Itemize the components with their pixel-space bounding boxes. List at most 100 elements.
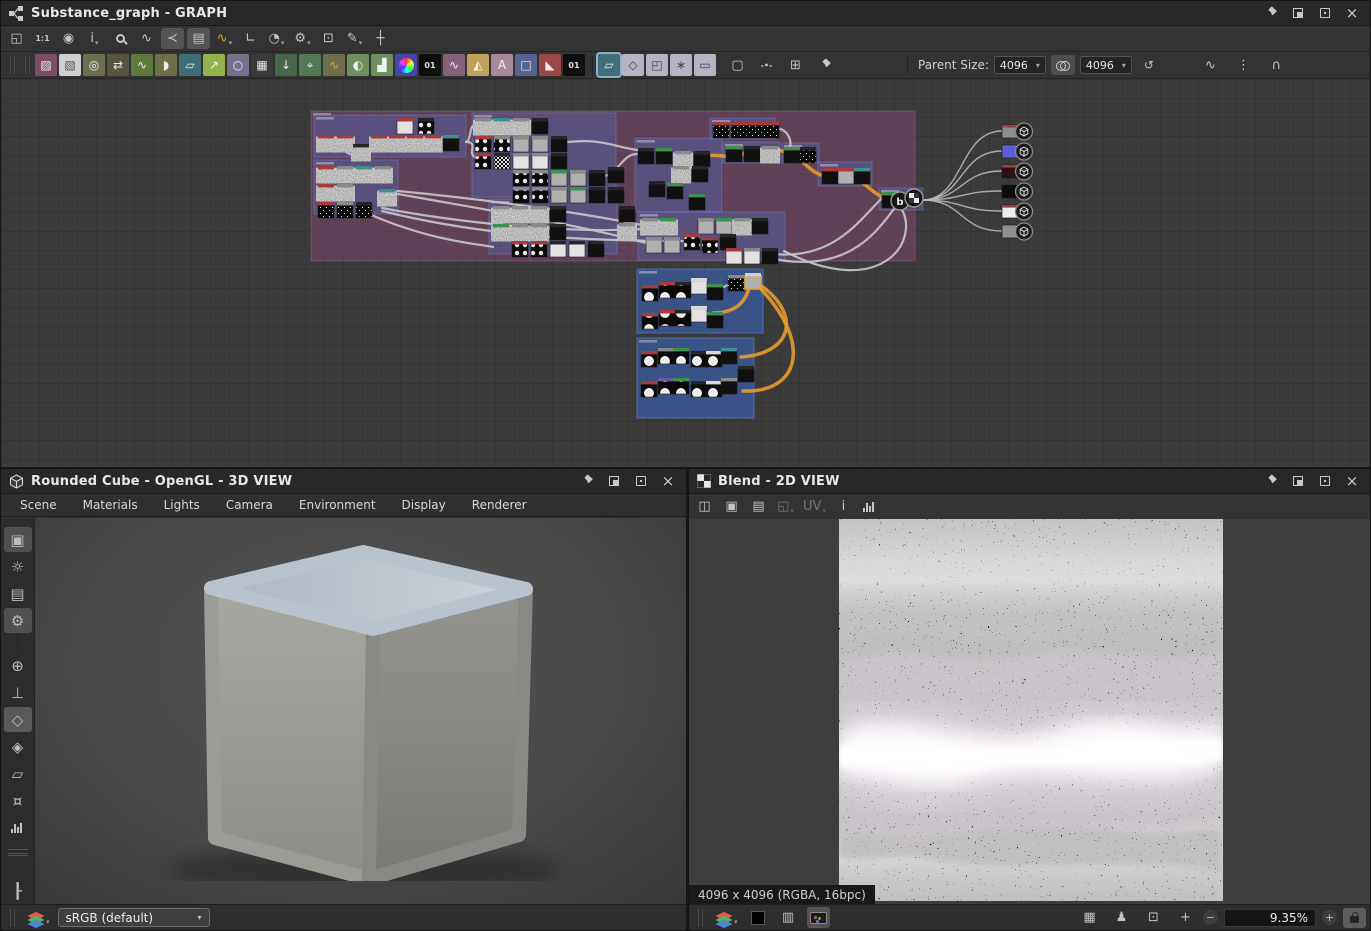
- info-display-icon[interactable]: i▾: [83, 28, 106, 49]
- switch-node-icon[interactable]: 01: [563, 54, 585, 76]
- wireframe-icon[interactable]: ⊕: [4, 653, 32, 678]
- search-icon[interactable]: [109, 28, 132, 49]
- transform-active-icon[interactable]: ▱: [598, 54, 620, 76]
- gradient-pin-icon[interactable]: ⌖: [299, 54, 321, 76]
- comment-icon[interactable]: ▢: [726, 55, 749, 76]
- dynamic-value-icon[interactable]: ▭: [694, 54, 716, 76]
- maximize-button[interactable]: [1315, 4, 1335, 22]
- fit-view-icon[interactable]: ⊡: [1142, 907, 1165, 928]
- channels-icon[interactable]: ▥: [777, 907, 800, 928]
- parent-width-dropdown[interactable]: 4096▾: [994, 56, 1046, 74]
- maximize-button[interactable]: [631, 472, 651, 490]
- display-settings-icon[interactable]: ⚙: [4, 608, 32, 633]
- copy-image-icon[interactable]: ◫: [693, 496, 716, 517]
- align-vertical-icon[interactable]: ⋮: [1232, 55, 1255, 76]
- 2d-canvas[interactable]: 4096 x 4096 (RGBA, 16bpc): [689, 519, 1370, 904]
- bottombar-grip[interactable]: [698, 909, 703, 927]
- snap-grid-icon[interactable]: ┼: [369, 28, 392, 49]
- tiling-icon[interactable]: ▦: [1078, 907, 1101, 928]
- 3d-viewport[interactable]: [35, 518, 686, 904]
- menu-camera[interactable]: Camera: [213, 494, 286, 516]
- colorspace-layers-button[interactable]: ▾: [26, 907, 52, 928]
- menu-renderer[interactable]: Renderer: [459, 494, 540, 516]
- gradient-map-icon[interactable]: ◗: [155, 54, 177, 76]
- float-window-button[interactable]: [1288, 472, 1308, 490]
- histogram-scan-icon[interactable]: ▟: [371, 54, 393, 76]
- zoom-out-button[interactable]: −: [1203, 910, 1218, 925]
- cube-vertices-icon[interactable]: ◈: [4, 734, 32, 759]
- flood-fill-icon[interactable]: ◣: [539, 54, 561, 76]
- stack-view-icon[interactable]: ▤: [187, 28, 210, 49]
- zoom-level-input[interactable]: [1224, 909, 1316, 927]
- axes-gizmo-icon[interactable]: ⊥: [4, 680, 32, 705]
- maximize-button[interactable]: [1315, 472, 1335, 490]
- compute-timing-icon[interactable]: ◔▾: [265, 28, 288, 49]
- blend-node-icon[interactable]: ◎: [83, 54, 105, 76]
- menu-environment[interactable]: Environment: [286, 494, 389, 516]
- pin-button[interactable]: [577, 472, 597, 490]
- background-color-swatch[interactable]: [747, 907, 770, 928]
- toolbar-grip[interactable]: [10, 56, 15, 74]
- chain-node-icon[interactable]: ∿: [323, 54, 345, 76]
- display-filter-icon[interactable]: [807, 907, 830, 928]
- channel-shuffle-icon[interactable]: ⇄: [107, 54, 129, 76]
- environment-image-icon[interactable]: ▤: [4, 581, 32, 606]
- menu-scene[interactable]: Scene: [7, 494, 70, 516]
- transform-view-icon[interactable]: ◱▾: [774, 496, 797, 517]
- bitmap-node-icon[interactable]: ▨: [35, 54, 57, 76]
- close-button[interactable]: ×: [1342, 4, 1362, 22]
- camera-icon[interactable]: ▣: [4, 527, 32, 552]
- uv-overlay-dropdown[interactable]: UV▾: [801, 496, 828, 517]
- fx-map-icon[interactable]: ∗: [670, 54, 692, 76]
- uniform-color-icon[interactable]: 01: [419, 54, 441, 76]
- dot-node-icon[interactable]: -•-: [755, 55, 778, 76]
- zoom-in-button[interactable]: +: [1322, 910, 1337, 925]
- zoom-lock-button[interactable]: [1343, 908, 1366, 928]
- value-processor-icon[interactable]: ◰: [646, 54, 668, 76]
- snap-magnet-icon[interactable]: ∩: [1265, 55, 1288, 76]
- reset-size-button[interactable]: ↺: [1137, 55, 1161, 75]
- connect-nodes-icon[interactable]: ∿: [1199, 55, 1222, 76]
- paste-image-icon[interactable]: ▤: [747, 496, 770, 517]
- frame-icon[interactable]: ⊞: [784, 55, 807, 76]
- pin-button[interactable]: [1261, 4, 1281, 22]
- menu-lights[interactable]: Lights: [151, 494, 213, 516]
- zoom-actual-icon[interactable]: 1:1: [31, 28, 54, 49]
- mirror-node-icon[interactable]: ◭: [467, 54, 489, 76]
- toolbar-grip[interactable]: [25, 56, 30, 74]
- crop-node-icon[interactable]: □: [515, 54, 537, 76]
- scene-tree-icon[interactable]: ┠: [4, 878, 32, 903]
- straighten-icon[interactable]: ↗: [203, 54, 225, 76]
- shape-node-icon[interactable]: ○: [227, 54, 249, 76]
- fit-view-icon[interactable]: ◱: [5, 28, 28, 49]
- menu-display[interactable]: Display: [389, 494, 459, 516]
- float-window-button[interactable]: [604, 472, 624, 490]
- cube-mesh-icon[interactable]: ◇: [4, 707, 32, 732]
- link-size-button[interactable]: [1051, 55, 1075, 75]
- parent-height-dropdown[interactable]: 4096▾: [1080, 56, 1132, 74]
- close-button[interactable]: ×: [1342, 472, 1362, 490]
- float-window-button[interactable]: [1288, 4, 1308, 22]
- hsl-node-icon[interactable]: [395, 54, 417, 76]
- close-button[interactable]: ×: [658, 472, 678, 490]
- spline-node-icon[interactable]: ∿: [443, 54, 465, 76]
- menu-materials[interactable]: Materials: [70, 494, 151, 516]
- colorspace-layers-icon[interactable]: ▾: [714, 907, 740, 928]
- histogram-icon[interactable]: [859, 496, 882, 517]
- elbow-connection-icon[interactable]: ∟: [239, 28, 262, 49]
- pin-button[interactable]: [1261, 472, 1281, 490]
- grayscale-conversion-icon[interactable]: ◐: [347, 54, 369, 76]
- light-icon[interactable]: ☼: [4, 554, 32, 579]
- turntable-icon[interactable]: ¤: [4, 788, 32, 813]
- tools-icon[interactable]: ⚙▾: [291, 28, 314, 49]
- transform-node-icon[interactable]: ▱: [179, 54, 201, 76]
- link-ends-icon[interactable]: ∿: [135, 28, 158, 49]
- stats-icon[interactable]: [4, 815, 32, 840]
- svg-node-icon[interactable]: ▧: [59, 54, 81, 76]
- pixel-processor-icon[interactable]: ◇: [622, 54, 644, 76]
- save-image-icon[interactable]: ▣: [720, 496, 743, 517]
- bottombar-grip[interactable]: [10, 909, 15, 927]
- node-graph-canvas[interactable]: b: [1, 79, 1370, 467]
- material-preview-icon[interactable]: ⊡: [317, 28, 340, 49]
- clean-graph-icon[interactable]: ✎▾: [343, 28, 366, 49]
